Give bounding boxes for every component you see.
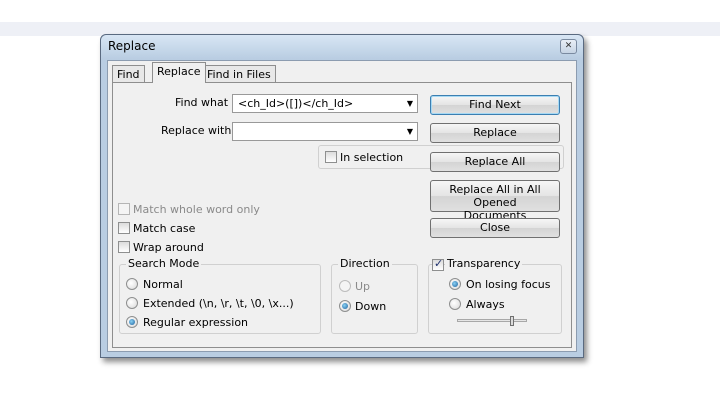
chevron-down-icon[interactable]: ▼: [407, 96, 413, 111]
direction-down-radio[interactable]: [339, 300, 351, 312]
transparency-slider-thumb[interactable]: [510, 316, 514, 326]
title-bar[interactable]: Replace ✕: [101, 35, 583, 59]
search-mode-regex-label: Regular expression: [143, 316, 249, 329]
transparency-checkbox[interactable]: [432, 257, 444, 271]
tab-replace[interactable]: Replace: [152, 62, 206, 83]
dialog-client-area: Find Replace Find in Files Find what : <…: [107, 60, 577, 352]
find-what-value: <ch_Id>([])</ch_Id>: [238, 97, 354, 110]
match-whole-word-checkbox[interactable]: [118, 203, 130, 215]
transparency-always-label: Always: [466, 298, 505, 311]
transparency-group: Transparency On losing focus Always: [428, 257, 562, 334]
match-case-checkbox[interactable]: [118, 222, 130, 234]
match-whole-word-label: Match whole word only: [133, 203, 260, 216]
transparency-slider-track[interactable]: [457, 319, 527, 322]
transparency-on-losing-focus-radio[interactable]: [449, 278, 461, 290]
search-mode-normal-label: Normal: [143, 278, 183, 291]
tab-find[interactable]: Find: [112, 65, 145, 83]
tab-find-in-files[interactable]: Find in Files: [202, 65, 276, 83]
wrap-around-checkbox[interactable]: [118, 241, 130, 253]
direction-down-label: Down: [355, 300, 387, 313]
replace-all-opened-button[interactable]: Replace All in All Opened Documents: [430, 180, 560, 222]
search-mode-extended-radio[interactable]: [126, 297, 138, 309]
direction-group: Direction Up Down: [331, 257, 418, 334]
close-icon[interactable]: ✕: [560, 39, 577, 54]
close-button[interactable]: Close: [430, 218, 560, 238]
transparency-label: Transparency: [445, 257, 523, 270]
replace-button[interactable]: Replace: [430, 123, 560, 143]
replace-dialog: Replace ✕ Find Replace Find in Files Fin…: [100, 34, 584, 358]
transparency-always-radio[interactable]: [449, 298, 461, 310]
replace-tab-panel: Find what : <ch_Id>([])</ch_Id> ▼ Replac…: [112, 82, 572, 348]
replace-with-label: Replace with :: [161, 124, 239, 137]
search-mode-normal-radio[interactable]: [126, 278, 138, 290]
search-mode-group: Search Mode Normal Extended (\n, \r, \t,…: [119, 257, 321, 334]
dialog-title: Replace: [108, 39, 156, 53]
search-mode-extended-label: Extended (\n, \r, \t, \0, \x...): [143, 297, 294, 310]
search-mode-title: Search Mode: [126, 257, 202, 270]
match-case-label: Match case: [133, 222, 196, 235]
direction-up-radio[interactable]: [339, 280, 351, 292]
transparency-on-losing-focus-label: On losing focus: [466, 278, 551, 291]
search-mode-regex-radio[interactable]: [126, 316, 138, 328]
direction-up-label: Up: [355, 280, 371, 293]
wrap-around-label: Wrap around: [133, 241, 204, 254]
find-next-button[interactable]: Find Next: [430, 95, 560, 115]
in-selection-checkbox[interactable]: [325, 151, 337, 163]
replace-all-button[interactable]: Replace All: [430, 152, 560, 172]
replace-all-opened-line1: Replace All in All Opened: [449, 183, 541, 209]
in-selection-label: In selection: [340, 151, 404, 164]
direction-title: Direction: [338, 257, 392, 270]
chevron-down-icon[interactable]: ▼: [407, 124, 413, 139]
find-what-combobox[interactable]: <ch_Id>([])</ch_Id> ▼: [232, 94, 418, 113]
replace-with-combobox[interactable]: ▼: [232, 122, 418, 141]
find-what-label: Find what :: [175, 96, 236, 109]
